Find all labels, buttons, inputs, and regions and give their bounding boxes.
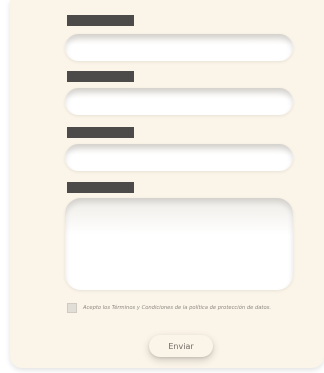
- consent-checkbox[interactable]: [67, 303, 77, 313]
- text-field-3[interactable]: [65, 144, 293, 171]
- field-label-placeholder-4: [67, 182, 134, 193]
- text-field-2[interactable]: [65, 88, 293, 115]
- consent-row: Acepto los Términos y Condiciones de la …: [67, 303, 271, 313]
- field-label-placeholder-1: [67, 15, 134, 26]
- consent-label: Acepto los Términos y Condiciones de la …: [83, 305, 271, 311]
- submit-button[interactable]: Enviar: [149, 335, 213, 357]
- message-textarea[interactable]: [65, 198, 293, 290]
- field-label-placeholder-3: [67, 127, 134, 138]
- contact-form-card: Acepto los Términos y Condiciones de la …: [10, 0, 324, 368]
- text-field-1[interactable]: [65, 34, 293, 61]
- field-label-placeholder-2: [67, 71, 134, 82]
